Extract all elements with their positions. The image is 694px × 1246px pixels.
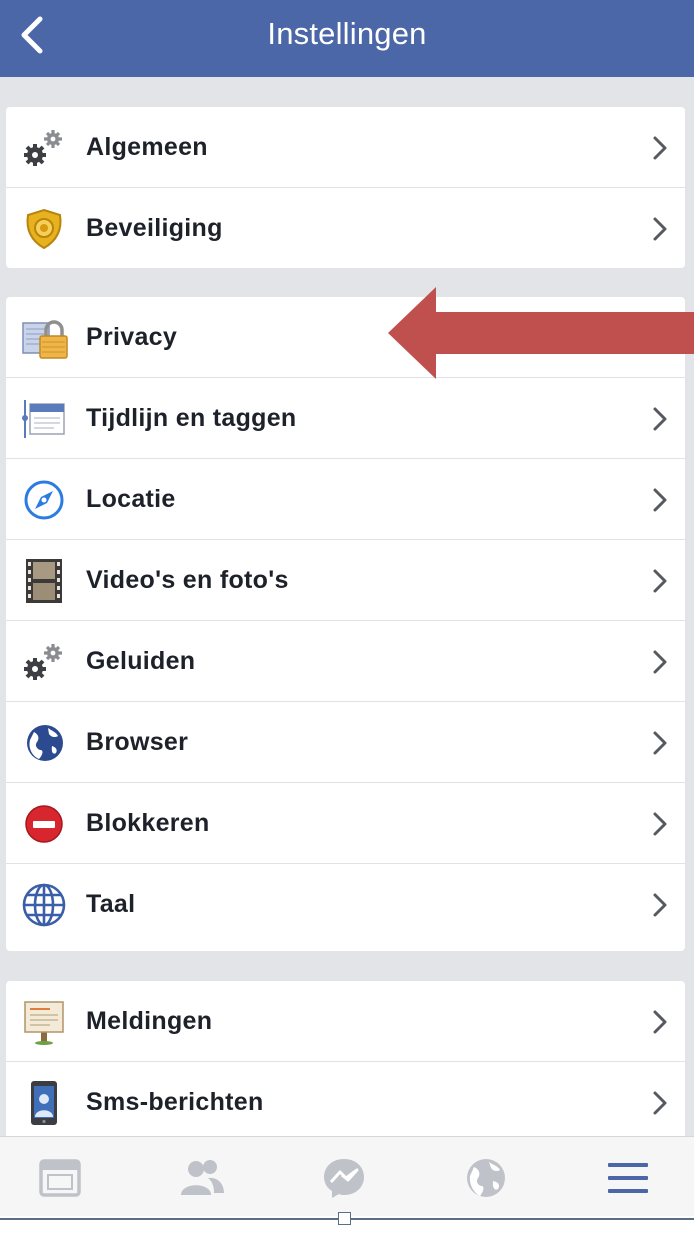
tab-menu[interactable]: [604, 1155, 652, 1201]
chevron-right-icon: [653, 1010, 667, 1034]
settings-row-taal[interactable]: Taal: [6, 864, 685, 945]
chevron-right-icon: [653, 217, 667, 241]
row-label: Sms-berichten: [86, 1088, 264, 1116]
tab-news-feed[interactable]: [36, 1155, 84, 1201]
page-title: Instellingen: [267, 16, 427, 51]
padlock-icon: [20, 315, 68, 361]
menu-icon: [608, 1163, 648, 1193]
block-icon: [20, 801, 68, 847]
chevron-right-icon: [653, 488, 667, 512]
settings-row-algemeen[interactable]: Algemeen: [6, 107, 685, 188]
row-label: Blokkeren: [86, 808, 210, 837]
news-feed-icon: [39, 1159, 81, 1197]
tab-bar: [0, 1136, 694, 1216]
gears-icon: [20, 639, 68, 685]
row-label: Video's en foto's: [86, 565, 289, 594]
settings-row-meldingen[interactable]: Meldingen: [6, 981, 685, 1062]
row-label: Meldingen: [86, 1006, 213, 1035]
gears-icon: [20, 125, 68, 171]
tab-friends[interactable]: [178, 1155, 226, 1201]
settings-row-videos[interactable]: Video's en foto's: [6, 540, 685, 621]
notice-board-icon: [20, 999, 68, 1045]
chevron-right-icon: [653, 569, 667, 593]
chevron-right-icon: [653, 1091, 667, 1115]
row-label: Taal: [86, 890, 136, 918]
film-icon: [20, 558, 68, 604]
chevron-right-icon: [653, 893, 667, 917]
chevron-right-icon: [653, 731, 667, 755]
navigation-bar: Instellingen: [0, 0, 694, 77]
globe-icon: [20, 720, 68, 766]
row-label: Locatie: [86, 484, 176, 513]
settings-group-general: Algemeen Beveiliging: [6, 107, 685, 268]
notifications-globe-icon: [467, 1159, 505, 1197]
friends-icon: [181, 1160, 224, 1195]
red-arrow-icon: [388, 287, 694, 379]
timeline-icon: [20, 396, 68, 442]
badge-icon: [20, 206, 68, 252]
tab-notifications[interactable]: [462, 1155, 510, 1201]
chevron-right-icon: [653, 136, 667, 160]
resize-handle[interactable]: [338, 1212, 351, 1225]
settings-group-notifications: Meldingen Sms-berichten: [6, 981, 685, 1141]
settings-group-privacy: Privacy Tijdlijn en taggen Locatie Video…: [6, 297, 685, 951]
chevron-right-icon: [653, 812, 667, 836]
row-label: Beveiliging: [86, 214, 223, 242]
row-label: Browser: [86, 727, 189, 756]
compass-icon: [20, 477, 68, 523]
row-label: Algemeen: [86, 132, 208, 161]
settings-row-sms[interactable]: Sms-berichten: [6, 1062, 685, 1141]
chevron-right-icon: [653, 407, 667, 431]
settings-row-beveiliging[interactable]: Beveiliging: [6, 188, 685, 268]
settings-row-locatie[interactable]: Locatie: [6, 459, 685, 540]
settings-row-geluiden[interactable]: Geluiden: [6, 621, 685, 702]
settings-row-tijdlijn[interactable]: Tijdlijn en taggen: [6, 378, 685, 459]
chevron-right-icon: [653, 650, 667, 674]
row-label: Tijdlijn en taggen: [86, 403, 297, 432]
row-label: Privacy: [86, 322, 178, 351]
settings-row-blokkeren[interactable]: Blokkeren: [6, 783, 685, 864]
tab-messenger[interactable]: [320, 1155, 368, 1201]
messenger-icon: [324, 1159, 364, 1198]
language-globe-icon: [20, 882, 68, 928]
settings-row-browser[interactable]: Browser: [6, 702, 685, 783]
row-label: Geluiden: [86, 646, 196, 675]
phone-icon: [20, 1080, 68, 1126]
